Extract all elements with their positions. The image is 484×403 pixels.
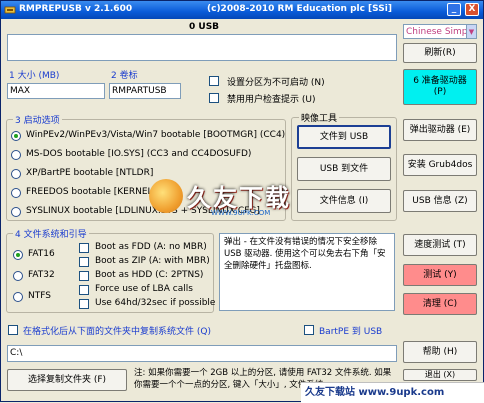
prepare-drive-button[interactable]: 6 准备驱动器 (P) [403, 69, 477, 105]
chevron-down-icon[interactable]: ▼ [466, 25, 476, 38]
watermark-brand: 久友下载 [187, 184, 291, 212]
boot-zip-label: Boot as ZIP (A: with MBR) [95, 256, 210, 266]
help-button[interactable]: 帮助 (H) [403, 341, 477, 363]
install-grub4dos-button[interactable]: 安装 Grub4dos [403, 154, 477, 176]
app-window: RMPREPUSB v 2.1.600 (c)2008-2010 RM Educ… [0, 0, 484, 403]
window-title: RMPREPUSB v 2.1.600 [19, 4, 133, 14]
volume-input[interactable]: RMPARTUSB [109, 83, 181, 99]
bartpe-label: BartPE 到 USB [319, 327, 383, 337]
window-copyright: (c)2008-2010 RM Education plc [SSi] [207, 4, 392, 14]
drive-list-header: 0 USB [189, 22, 220, 32]
no-prompts-label: 禁用用户检查提示 (U) [227, 95, 316, 105]
force-lba-checkbox[interactable] [79, 285, 89, 295]
clean-button[interactable]: 清理 (C) [403, 293, 477, 315]
fs-label-fat16: FAT16 [28, 249, 55, 259]
title-bar[interactable]: RMPREPUSB v 2.1.600 (c)2008-2010 RM Educ… [1, 1, 483, 19]
boot-radio-freedos[interactable] [11, 188, 21, 198]
speed-test-button[interactable]: 速度测试 (T) [403, 234, 477, 256]
watermark: 久友下载 WWW.9UPK.COM [149, 177, 329, 221]
eject-drive-button[interactable]: 弹出驱动器 (E) [403, 119, 477, 141]
prepare-drive-label: 6 准备驱动器 [413, 76, 467, 87]
copy-files-label: 在格式化后从下面的文件夹中复制系统文件 (Q) [23, 327, 211, 337]
boot-label-xp: XP/BartPE bootable [NTLDR] [26, 168, 154, 178]
boot-label-msdos: MS-DOS bootable [IO.SYS] (CC3 and CC4DOS… [26, 149, 252, 159]
exit-button[interactable]: 退出 (X) [403, 369, 477, 381]
nonboot-label: 设置分区为不可启动 (N) [227, 78, 325, 88]
close-button[interactable]: X [465, 3, 479, 16]
select-copy-folder-button[interactable]: 选择复制文件夹 (F) [7, 369, 127, 391]
test-button[interactable]: 测试 (Y) [403, 264, 477, 286]
fs-label-fat32: FAT32 [28, 270, 55, 280]
footer-watermark: 久友下载站 www.9upk.com [301, 382, 484, 403]
boot-radio-syslinux[interactable] [11, 207, 21, 217]
eject-info-text: 弹出 - 在文件没有错误的情况下安全移除 USB 驱动器. 使用这个可以免去右下… [219, 233, 395, 311]
boot-label-winpe: WinPEv2/WinPEv3/Vista/Win7 bootable [BOO… [26, 130, 286, 140]
watermark-url: WWW.9UPK.COM [211, 209, 271, 217]
copy-folder-path-input[interactable]: C:\ [7, 345, 397, 362]
no-prompts-checkbox[interactable] [209, 93, 219, 103]
image-tools-legend: 映像工具 [299, 111, 340, 124]
drive-list[interactable] [7, 34, 397, 61]
prepare-drive-hotkey: (P) [433, 87, 447, 97]
boot-hdd-label: Boot as HDD (C: 2PTNS) [95, 270, 204, 280]
boot-options-legend: 3 启动选项 [13, 113, 62, 126]
language-select[interactable]: Chinese Simp ▼ [403, 24, 477, 39]
boot-radio-msdos[interactable] [11, 150, 21, 160]
use-64hd-checkbox[interactable] [79, 299, 89, 309]
volume-label: 2 卷标 [111, 71, 138, 81]
filesystem-legend: 4 文件系统和引导 [13, 227, 89, 240]
use-64hd-label: Use 64hd/32sec if possible [95, 298, 216, 308]
boot-hdd-checkbox[interactable] [79, 271, 89, 281]
size-label: 1 大小 (MB) [9, 71, 60, 81]
nonboot-checkbox[interactable] [209, 76, 219, 86]
copy-files-checkbox[interactable] [8, 325, 18, 335]
usb-app-icon [4, 6, 16, 14]
language-select-value: Chinese Simp [406, 27, 468, 37]
minimize-button[interactable]: _ [447, 3, 461, 16]
usb-info-button[interactable]: USB 信息 (Z) [403, 190, 477, 212]
fs-radio-fat16[interactable] [13, 250, 23, 260]
fs-label-ntfs: NTFS [28, 291, 51, 301]
refresh-button[interactable]: 刷新(R) [403, 43, 477, 63]
fs-radio-fat32[interactable] [13, 271, 23, 281]
bartpe-checkbox[interactable] [304, 325, 314, 335]
boot-zip-checkbox[interactable] [79, 257, 89, 267]
boot-fdd-checkbox[interactable] [79, 243, 89, 253]
boot-fdd-label: Boot as FDD (A: no MBR) [95, 242, 207, 252]
boot-radio-xp[interactable] [11, 169, 21, 179]
watermark-logo-icon [149, 179, 183, 213]
boot-radio-winpe[interactable] [11, 131, 21, 141]
force-lba-label: Force use of LBA calls [95, 284, 193, 294]
size-input[interactable]: MAX [7, 83, 105, 99]
fs-radio-ntfs[interactable] [13, 292, 23, 302]
file-to-usb-button[interactable]: 文件到 USB [297, 125, 391, 149]
